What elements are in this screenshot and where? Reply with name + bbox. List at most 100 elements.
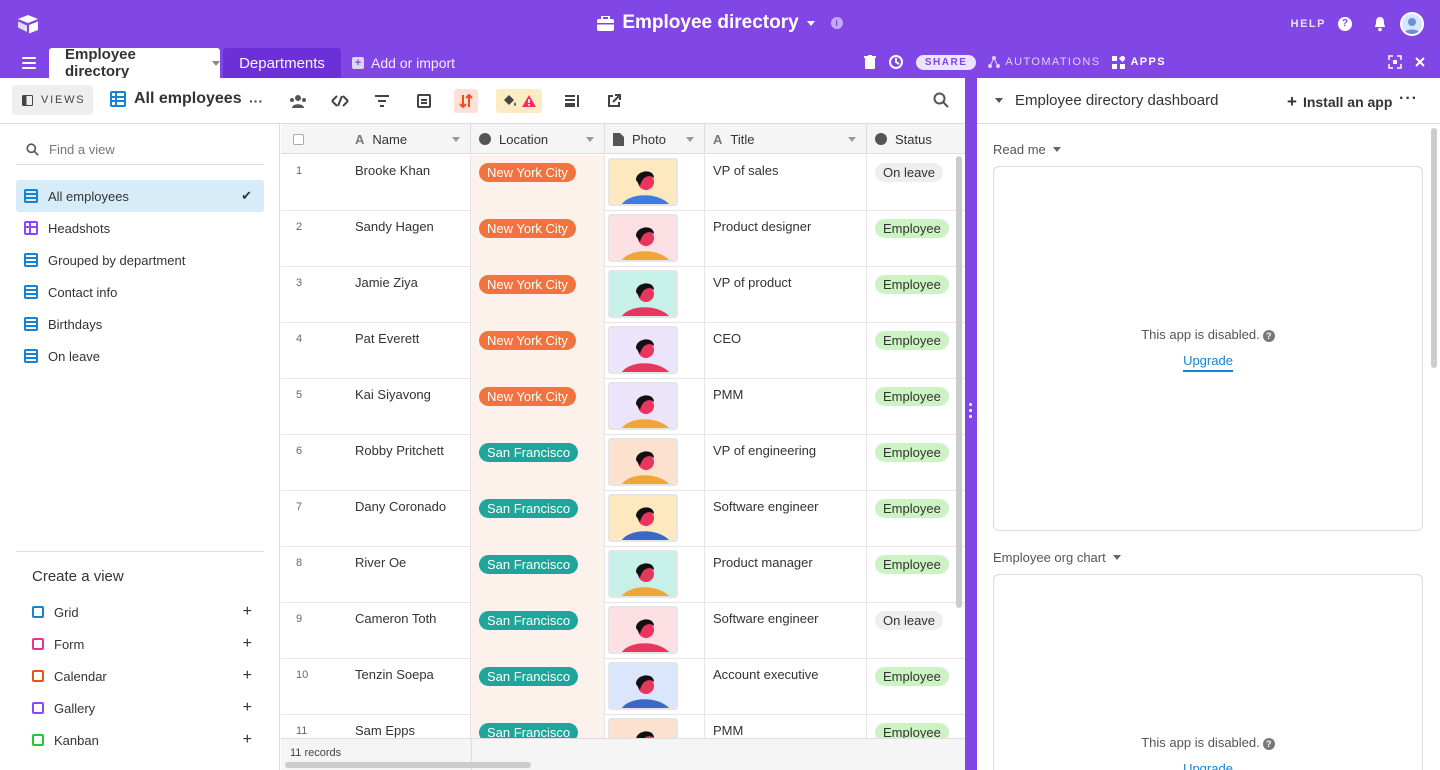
title-cell[interactable]: Product manager <box>705 547 867 603</box>
table-row[interactable]: 8 River Oe San Francisco Product manager Emp… <box>281 547 965 603</box>
upgrade-link[interactable]: Upgrade <box>994 353 1422 372</box>
bell-icon[interactable] <box>1372 16 1388 32</box>
help-icon[interactable]: ? <box>1262 330 1275 342</box>
photo-cell[interactable] <box>605 603 705 659</box>
horizontal-scrollbar[interactable] <box>285 762 531 768</box>
app-org-chart-label[interactable]: Employee org chart <box>993 550 1121 565</box>
column-header-title[interactable]: A Title <box>705 124 867 154</box>
status-cell[interactable]: On leave <box>867 155 965 211</box>
table-row[interactable]: 7 Dany Coronado San Francisco Software engi… <box>281 491 965 547</box>
photo-cell[interactable] <box>605 659 705 715</box>
help-link[interactable]: HELP <box>1291 18 1326 30</box>
dashboard-selector[interactable]: Employee directory dashboard <box>995 92 1218 109</box>
more-options-icon[interactable]: ··· <box>1399 90 1418 108</box>
title-cell[interactable]: Product designer <box>705 211 867 267</box>
search-icon[interactable] <box>933 92 949 108</box>
base-title[interactable]: Employee directory i <box>0 12 1440 37</box>
avatar[interactable] <box>1400 12 1424 36</box>
trash-icon[interactable] <box>863 55 876 69</box>
column-header-location[interactable]: Location <box>471 124 605 154</box>
table-row[interactable]: 9 Cameron Toth San Francisco Software engin… <box>281 603 965 659</box>
hide-fields-icon[interactable] <box>328 89 352 113</box>
sort-icon[interactable] <box>454 89 478 113</box>
photo-cell[interactable] <box>605 491 705 547</box>
column-header-photo[interactable]: Photo <box>605 124 705 154</box>
current-view-selector[interactable]: All employees <box>110 90 242 108</box>
plus-icon[interactable]: + <box>243 603 252 621</box>
plus-icon[interactable]: + <box>243 635 252 653</box>
history-icon[interactable] <box>888 54 904 70</box>
photo-cell[interactable] <box>605 267 705 323</box>
share-button[interactable]: SHARE <box>915 54 977 70</box>
plus-icon[interactable]: + <box>243 731 252 749</box>
name-cell[interactable]: Robby Pritchett <box>347 435 471 491</box>
create-calendar-view[interactable]: Calendar + <box>16 660 264 692</box>
status-cell[interactable]: Employee <box>867 659 965 715</box>
name-cell[interactable]: Pat Everett <box>347 323 471 379</box>
employee-photo-thumbnail[interactable] <box>608 606 678 654</box>
upgrade-link[interactable]: Upgrade <box>994 761 1422 770</box>
name-cell[interactable]: River Oe <box>347 547 471 603</box>
sidebar-item-on-leave[interactable]: On leave <box>16 340 264 372</box>
location-cell[interactable]: San Francisco <box>471 603 605 659</box>
status-cell[interactable]: On leave <box>867 603 965 659</box>
status-cell[interactable]: Employee <box>867 547 965 603</box>
fullscreen-icon[interactable] <box>1388 55 1402 69</box>
table-row[interactable]: 1 Brooke Khan New York City VP of sales On l… <box>281 155 965 211</box>
chevron-down-icon[interactable] <box>586 137 594 142</box>
employee-photo-thumbnail[interactable] <box>608 158 678 206</box>
filter-icon[interactable] <box>370 89 394 113</box>
plus-icon[interactable]: + <box>243 699 252 717</box>
apps-button[interactable]: APPS <box>1112 55 1166 69</box>
employee-photo-thumbnail[interactable] <box>608 494 678 542</box>
table-row[interactable]: 2 Sandy Hagen New York City Product designe… <box>281 211 965 267</box>
location-cell[interactable]: New York City <box>471 211 605 267</box>
create-form-view[interactable]: Form + <box>16 628 264 660</box>
title-cell[interactable]: CEO <box>705 323 867 379</box>
app-readme-label[interactable]: Read me <box>993 142 1061 157</box>
employee-photo-thumbnail[interactable] <box>608 662 678 710</box>
status-cell[interactable]: Employee <box>867 323 965 379</box>
status-cell[interactable]: Employee <box>867 379 965 435</box>
vertical-scrollbar[interactable] <box>956 156 962 608</box>
share-view-icon[interactable] <box>286 89 310 113</box>
sidebar-item-grouped-by-department[interactable]: Grouped by department <box>16 244 264 276</box>
help-icon[interactable]: ? <box>1262 738 1275 750</box>
title-cell[interactable]: VP of engineering <box>705 435 867 491</box>
create-kanban-view[interactable]: Kanban + <box>16 724 264 756</box>
title-cell[interactable]: VP of product <box>705 267 867 323</box>
row-height-icon[interactable] <box>560 89 584 113</box>
employee-photo-thumbnail[interactable] <box>608 214 678 262</box>
select-all-checkbox-cell[interactable] <box>281 124 347 154</box>
name-cell[interactable]: Kai Siyavong <box>347 379 471 435</box>
name-cell[interactable]: Dany Coronado <box>347 491 471 547</box>
sidebar-item-contact-info[interactable]: Contact info <box>16 276 264 308</box>
tab-departments[interactable]: Departments <box>223 48 341 78</box>
location-cell[interactable]: New York City <box>471 323 605 379</box>
photo-cell[interactable] <box>605 323 705 379</box>
location-cell[interactable]: New York City <box>471 379 605 435</box>
title-cell[interactable]: PMM <box>705 379 867 435</box>
employee-photo-thumbnail[interactable] <box>608 438 678 486</box>
chevron-down-icon[interactable] <box>686 137 694 142</box>
employee-photo-thumbnail[interactable] <box>608 270 678 318</box>
location-cell[interactable]: New York City <box>471 155 605 211</box>
chevron-down-icon[interactable] <box>848 137 856 142</box>
table-row[interactable]: 6 Robby Pritchett San Francisco VP of engin… <box>281 435 965 491</box>
photo-cell[interactable] <box>605 155 705 211</box>
sidebar-item-birthdays[interactable]: Birthdays <box>16 308 264 340</box>
employee-photo-thumbnail[interactable] <box>608 382 678 430</box>
title-cell[interactable]: Software engineer <box>705 491 867 547</box>
sidebar-item-all-employees[interactable]: All employees ✔ <box>16 180 264 212</box>
find-view-input[interactable]: Find a view <box>16 135 264 165</box>
table-row[interactable]: 10 Tenzin Soepa San Francisco Account execu… <box>281 659 965 715</box>
install-app-button[interactable]: + Install an app <box>1287 92 1392 112</box>
table-row[interactable]: 4 Pat Everett New York City CEO Employee <box>281 323 965 379</box>
name-cell[interactable]: Tenzin Soepa <box>347 659 471 715</box>
location-cell[interactable]: New York City <box>471 267 605 323</box>
automations-button[interactable]: AUTOMATIONS <box>988 56 1100 68</box>
info-icon[interactable]: i <box>830 17 843 29</box>
more-options-icon[interactable]: ··· <box>244 89 268 113</box>
name-cell[interactable]: Brooke Khan <box>347 155 471 211</box>
panel-resize-handle[interactable] <box>965 78 977 770</box>
